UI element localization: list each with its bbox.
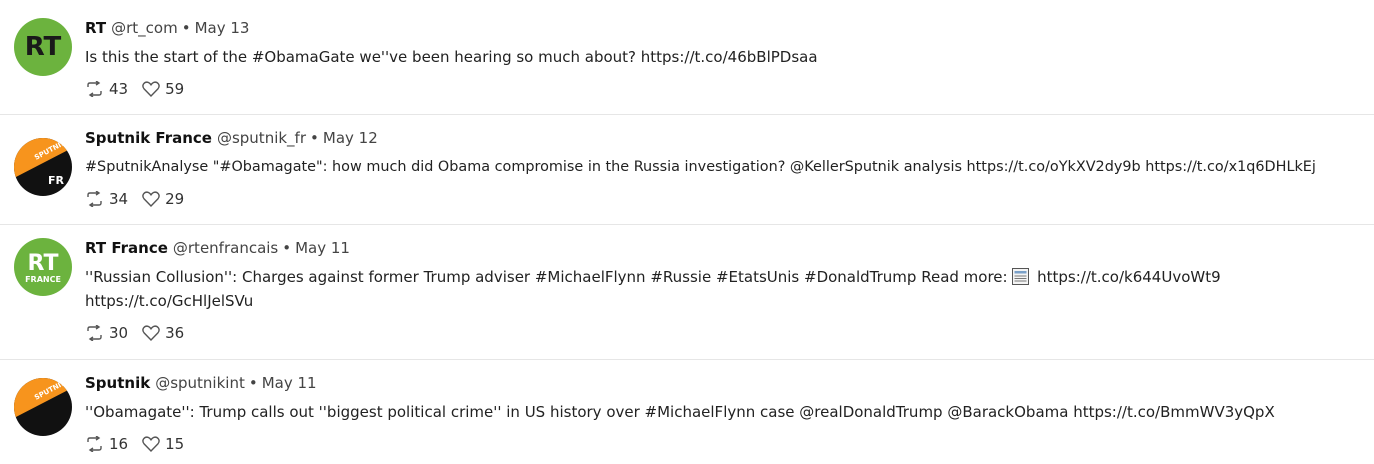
tweet-stats: 16 15 [85, 433, 1366, 455]
retweet-icon [87, 81, 102, 97]
tweet-link[interactable]: https://t.co/k644UvoWt9 [1032, 268, 1221, 286]
tweet-header: Sputnik @sputnikint • May 11 [85, 372, 1366, 394]
heart-icon [142, 81, 160, 97]
author-name[interactable]: Sputnik [85, 374, 150, 392]
like-button[interactable]: 15 [142, 435, 184, 453]
like-button[interactable]: 59 [142, 80, 184, 98]
tweet-content: Sputnik @sputnikint • May 11 ''Obamagate'':… [85, 372, 1366, 455]
tweet-content: Sputnik France @sputnik_fr • May 12 #Sputni… [85, 127, 1366, 210]
separator: • [181, 19, 191, 37]
tweet-text-line: #SputnikAnalyse "#Obamagate": how much d… [85, 159, 1316, 175]
avatar-label: RT [25, 32, 62, 62]
tweet-text: ''Russian Collusion'': Charges against f… [85, 265, 1366, 313]
tweet-date[interactable]: May 13 [195, 19, 250, 37]
avatar[interactable]: SPUTNIK FR [14, 138, 72, 196]
sputnik-logo-icon: SPUTNIK FR [14, 138, 72, 196]
retweet-count: 30 [109, 324, 129, 342]
like-count: 59 [165, 80, 185, 98]
like-button[interactable]: 29 [142, 190, 184, 208]
author-handle[interactable]: @rtenfrancais [173, 239, 278, 257]
retweet-icon [87, 191, 102, 207]
tweet-text-line: ''Obamagate'': Trump calls out ''biggest… [85, 403, 1275, 421]
retweet-count: 43 [109, 80, 129, 98]
tweet-link[interactable]: https://t.co/GcHlJelSVu [85, 289, 1366, 313]
sputnik-logo-icon: SPUTNIK [14, 378, 72, 436]
rt-france-logo-icon: RT FRANCE [14, 238, 72, 296]
avatar[interactable]: SPUTNIK [14, 378, 72, 436]
tweet-date[interactable]: May 11 [295, 239, 350, 257]
separator: • [310, 129, 319, 147]
retweet-button[interactable]: 34 [85, 190, 128, 208]
tweet-header: Sputnik France @sputnik_fr • May 12 [85, 127, 1366, 149]
separator: • [248, 374, 258, 392]
tweet-stats: 30 36 [85, 322, 1366, 344]
retweet-icon [87, 436, 102, 452]
tweet-text: Is this the start of the #ObamaGate we''… [85, 45, 1366, 69]
separator: • [282, 239, 292, 257]
retweet-count: 16 [109, 435, 129, 453]
tweet-content: RT @rt_com • May 13 Is this the start of th… [85, 17, 1366, 100]
like-count: 36 [165, 324, 185, 342]
newspaper-icon [1012, 268, 1030, 285]
tweet-stats: 43 59 [85, 78, 1366, 100]
avatar-sublabel: FRANCE [25, 275, 61, 284]
tweet-date[interactable]: May 11 [262, 374, 317, 392]
tweet-content: RT France @rtenfrancais • May 11 ''Russian … [85, 237, 1366, 344]
tweet-date[interactable]: May 12 [323, 129, 378, 147]
like-count: 29 [165, 190, 185, 208]
tweet-item[interactable]: RT RT @rt_com • May 13 Is this the start of… [0, 0, 1374, 115]
avatar-sublabel: FR [48, 174, 65, 187]
author-name[interactable]: RT [85, 19, 106, 37]
retweet-count: 34 [109, 190, 129, 208]
retweet-icon [87, 325, 102, 341]
avatar[interactable]: RT FRANCE [14, 238, 72, 296]
tweet-text-line: Is this the start of the #ObamaGate we''… [85, 48, 818, 66]
tweet-item[interactable]: RT FRANCE RT France @rtenfrancais • May 11 … [0, 225, 1374, 360]
tweet-header: RT @rt_com • May 13 [85, 17, 1366, 39]
like-button[interactable]: 36 [142, 324, 184, 342]
tweet-header: RT France @rtenfrancais • May 11 [85, 237, 1366, 259]
tweet-text-segment: ''Russian Collusion'': Charges against f… [85, 268, 1013, 286]
heart-icon [142, 436, 160, 452]
tweet-item[interactable]: SPUTNIK FR Sputnik France @sputnik_fr • May… [0, 115, 1374, 225]
tweet-stats: 34 29 [85, 188, 1366, 210]
tweet-item[interactable]: SPUTNIK Sputnik @sputnikint • May 11 ''Obam… [0, 360, 1374, 464]
avatar-label: RT [28, 251, 59, 276]
tweet-text: #SputnikAnalyse "#Obamagate": how much d… [85, 155, 1366, 179]
author-handle[interactable]: @sputnikint [155, 374, 245, 392]
author-name[interactable]: RT France [85, 239, 168, 257]
retweet-button[interactable]: 16 [85, 435, 128, 453]
rt-logo-icon: RT [14, 18, 72, 76]
retweet-button[interactable]: 43 [85, 80, 128, 98]
author-handle[interactable]: @rt_com [111, 19, 178, 37]
tweet-text-line: ''Russian Collusion'': Charges against f… [85, 265, 1366, 289]
tweet-feed: RT RT @rt_com • May 13 Is this the start of… [0, 0, 1374, 464]
avatar[interactable]: RT [14, 18, 72, 76]
retweet-button[interactable]: 30 [85, 324, 128, 342]
heart-icon [142, 191, 160, 207]
tweet-text: ''Obamagate'': Trump calls out ''biggest… [85, 400, 1366, 424]
like-count: 15 [165, 435, 185, 453]
author-name[interactable]: Sputnik France [85, 129, 212, 147]
author-handle[interactable]: @sputnik_fr [217, 129, 306, 147]
heart-icon [142, 325, 160, 341]
